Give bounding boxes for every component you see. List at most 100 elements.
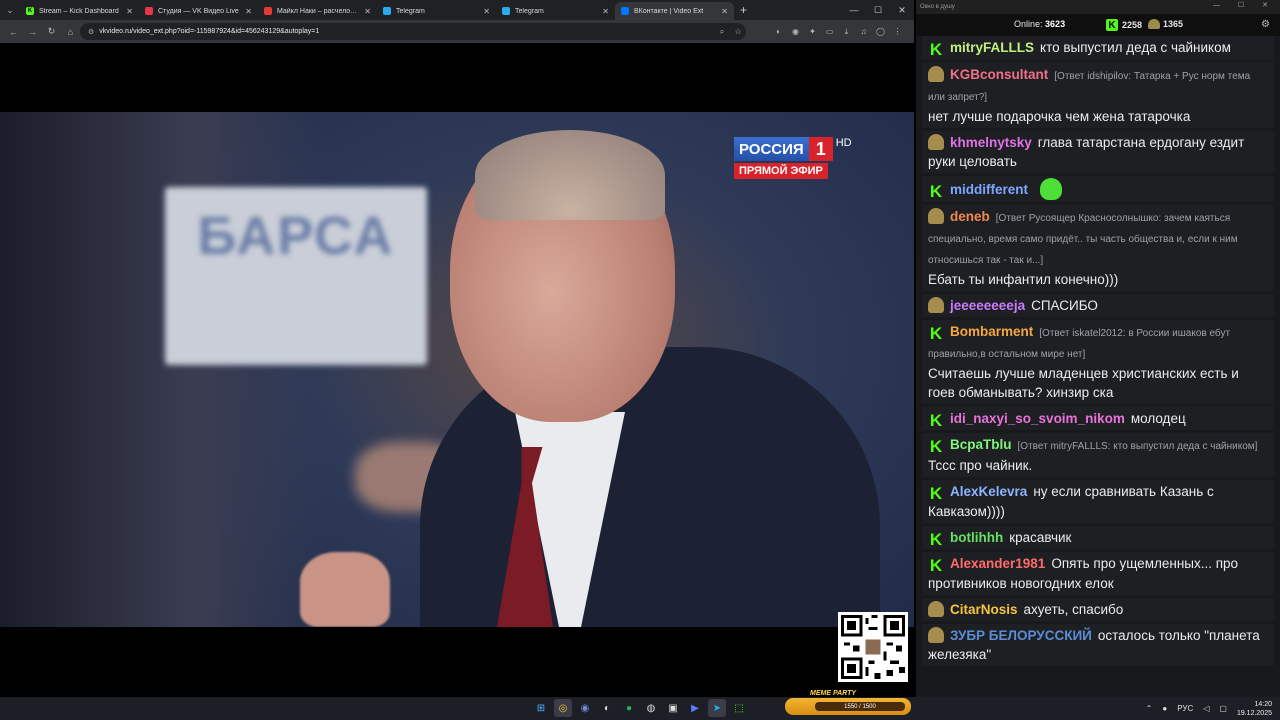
media-player-icon[interactable]: ▶ (686, 699, 704, 717)
extension-icon[interactable]: ◉ (787, 23, 804, 40)
system-tray: ⌃ ● РУС ◁ ▢ 14:20 19.12.2025 (1146, 697, 1272, 720)
chat-message: K AlexKelevra ну если сравнивать Казань с … (922, 480, 1274, 523)
browser-window: ⌄ K Stream – Kick Dashboard ✕ Студия — VK В… (0, 0, 914, 697)
chat-message: KGBconsultant [Ответ idshipilov: Татарка … (922, 62, 1274, 128)
chat-username[interactable]: CitarNosis (950, 602, 1018, 617)
browser-tab[interactable]: ВКонтакте | Video Ext ✕ (615, 2, 734, 20)
split-icon[interactable]: ▭ (821, 23, 838, 40)
kick-badge-icon: K (929, 437, 943, 456)
online-value: 3623 (1045, 19, 1066, 29)
address-bar[interactable]: ⚙ vkvideo.ru/video_ext.php?oid=-11598792… (80, 23, 746, 40)
browser-toolbar: ← → ↻ ⌂ ⚙ vkvideo.ru/video_ext.php?oid=-… (0, 20, 914, 43)
discord-icon[interactable]: ◉ (576, 699, 594, 717)
tab-close-icon[interactable]: ✕ (364, 7, 371, 16)
page-viewport: БАРСА РОССИЯ 1 HD ПРЯМОЙ ЭФИР (0, 43, 914, 697)
chat-username[interactable]: deneb (950, 209, 990, 224)
zoom-icon[interactable]: ⌕ (714, 27, 730, 37)
menu-icon[interactable]: ⋮ (889, 23, 906, 40)
kick-badge-icon: K (929, 484, 943, 503)
online-label: Online: (1014, 19, 1043, 29)
reload-icon[interactable]: ↻ (42, 22, 61, 41)
channel-logo: РОССИЯ 1 HD ПРЯМОЙ ЭФИР (734, 137, 868, 185)
obs-icon[interactable]: ◍ (642, 699, 660, 717)
kick-badge-icon: K (929, 181, 943, 201)
clock[interactable]: 14:20 19.12.2025 (1237, 700, 1272, 718)
minimize-icon[interactable]: — (842, 0, 866, 20)
bookmark-star-icon[interactable]: ☆ (730, 27, 746, 36)
language-indicator[interactable]: РУС (1177, 704, 1193, 713)
tab-search-icon[interactable]: ⌄ (0, 0, 20, 20)
chat-username[interactable]: botlihhh (950, 530, 1003, 545)
settings-gear-icon[interactable]: ⚙ (1261, 19, 1270, 30)
chat-username[interactable]: jeeeeeeeeja (950, 298, 1025, 313)
chrome-icon[interactable]: ◎ (554, 699, 572, 717)
chat-username[interactable]: khmelnytsky (950, 135, 1032, 150)
puzzle-icon[interactable]: ✦ (804, 23, 821, 40)
maximize-icon[interactable]: ☐ (866, 0, 890, 20)
tab-close-icon[interactable]: ✕ (483, 7, 490, 16)
chat-username[interactable]: BcpaTblu (950, 437, 1012, 452)
chat-text: кто выпустил деда с чайником (1040, 40, 1231, 55)
chat-username[interactable]: KGBconsultant (950, 67, 1048, 82)
profile-icon[interactable]: ◯ (872, 23, 889, 40)
channel-name: РОССИЯ (734, 137, 809, 161)
tab-title: Stream – Kick Dashboard (39, 7, 119, 15)
tab-favicon-icon (502, 7, 510, 15)
chat-message: ЗУБР БЕЛОРУССКИЙ осталось только "планета… (922, 623, 1274, 666)
extension-icon[interactable]: ◐ (770, 23, 787, 40)
close-icon[interactable]: ✕ (890, 0, 914, 20)
chat-username[interactable]: Bombarment (950, 324, 1033, 339)
online-count: Online: 3623 (1014, 19, 1065, 29)
mic-icon[interactable]: ● (1162, 704, 1167, 713)
browser-tab[interactable]: Telegram ✕ (377, 2, 496, 20)
start-icon[interactable]: ⊞ (532, 699, 550, 717)
app-icon[interactable]: ▣ (664, 699, 682, 717)
back-icon[interactable]: ← (4, 22, 23, 41)
browser-tab[interactable]: Telegram ✕ (496, 2, 615, 20)
browser-tab[interactable]: K Stream – Kick Dashboard ✕ (20, 2, 139, 20)
tab-title: Студия — VK Видео Live (158, 7, 239, 15)
chat-username[interactable]: AlexKelevra (950, 484, 1027, 499)
chat-message: jeeeeeeeeja СПАСИБО (922, 293, 1274, 317)
chat-username[interactable]: Alexander1981 (950, 556, 1045, 571)
media-icon[interactable]: ♫ (855, 23, 872, 40)
chat-message: khmelnytsky глава татарстана ердогану езд… (922, 130, 1274, 173)
kick-badge-icon: K (929, 40, 943, 59)
spotify-icon[interactable]: ● (620, 699, 638, 717)
chevron-up-icon[interactable]: ⌃ (1146, 704, 1153, 713)
download-icon[interactable]: ⤓ (838, 23, 855, 40)
kick-badge-icon: K (929, 323, 943, 343)
speaker-hand (300, 552, 390, 627)
meme-party-progress: 1550 / 1500 (815, 702, 905, 711)
tab-close-icon[interactable]: ✕ (245, 7, 252, 16)
extensions-area: ◐ ◉ ✦ ▭ ⤓ ♫ ◯ ⋮ (770, 23, 906, 40)
volume-icon[interactable]: ◁ (1203, 704, 1209, 713)
telegram-icon[interactable]: ➤ (708, 699, 726, 717)
chat-message: K Alexander1981 Опять про ущемленных... пр… (922, 552, 1274, 595)
tab-close-icon[interactable]: ✕ (721, 7, 728, 16)
tab-close-icon[interactable]: ✕ (126, 7, 133, 16)
new-tab-button[interactable]: + (740, 3, 747, 17)
app-icon[interactable]: ⬚ (730, 699, 748, 717)
steam-icon[interactable]: ◐ (598, 699, 616, 717)
chat-username[interactable]: idi_naxyi_so_svoim_nikom (950, 411, 1125, 426)
tab-title: Майкл Наки – расчеловечива... (277, 7, 360, 15)
chat-username[interactable]: ЗУБР БЕЛОРУССКИЙ (950, 628, 1092, 643)
forward-icon[interactable]: → (23, 22, 42, 41)
vk-badge-icon (928, 65, 944, 82)
tab-close-icon[interactable]: ✕ (602, 7, 609, 16)
chat-window-controls[interactable]: — ☐ ✕ (1213, 1, 1276, 9)
chat-username[interactable]: mitryFALLLS (950, 40, 1034, 55)
home-icon[interactable]: ⌂ (61, 22, 80, 41)
chat-message: Kidi_naxyi_so_svoim_nikom молодец (922, 406, 1274, 430)
kick-viewers: K 2258 (1106, 19, 1142, 31)
video-player[interactable]: БАРСА РОССИЯ 1 HD ПРЯМОЙ ЭФИР (0, 112, 914, 627)
site-info-icon[interactable]: ⚙ (88, 28, 94, 36)
tab-favicon-icon (145, 7, 153, 15)
browser-tab[interactable]: Майкл Наки – расчеловечива... ✕ (258, 2, 377, 20)
chat-username[interactable]: middifferent (950, 182, 1028, 197)
chat-tray-icon[interactable]: ▢ (1219, 704, 1227, 713)
chat-text: нет лучше подарочка чем жена татарочка (928, 108, 1191, 124)
chat-text: молодец (1130, 410, 1186, 426)
browser-tab[interactable]: Студия — VK Видео Live ✕ (139, 2, 258, 20)
